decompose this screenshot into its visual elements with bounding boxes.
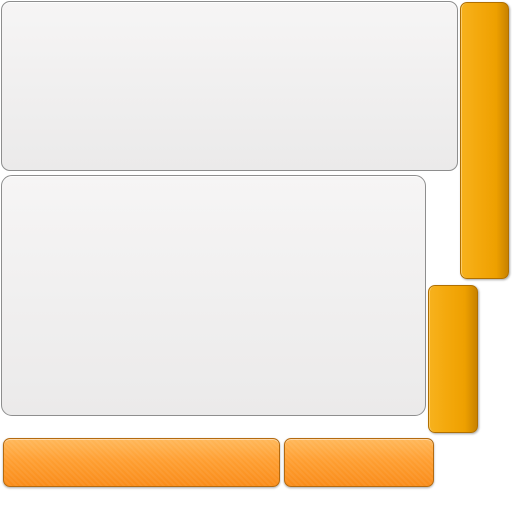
app-canvas	[0, 0, 512, 512]
side-short-orange-button[interactable]	[428, 285, 478, 433]
middle-content-panel	[1, 175, 426, 416]
side-tall-orange-button[interactable]	[460, 2, 509, 279]
bottom-wide-orange-button[interactable]	[3, 438, 280, 487]
top-content-panel	[1, 1, 458, 171]
bottom-narrow-orange-button[interactable]	[284, 438, 434, 487]
